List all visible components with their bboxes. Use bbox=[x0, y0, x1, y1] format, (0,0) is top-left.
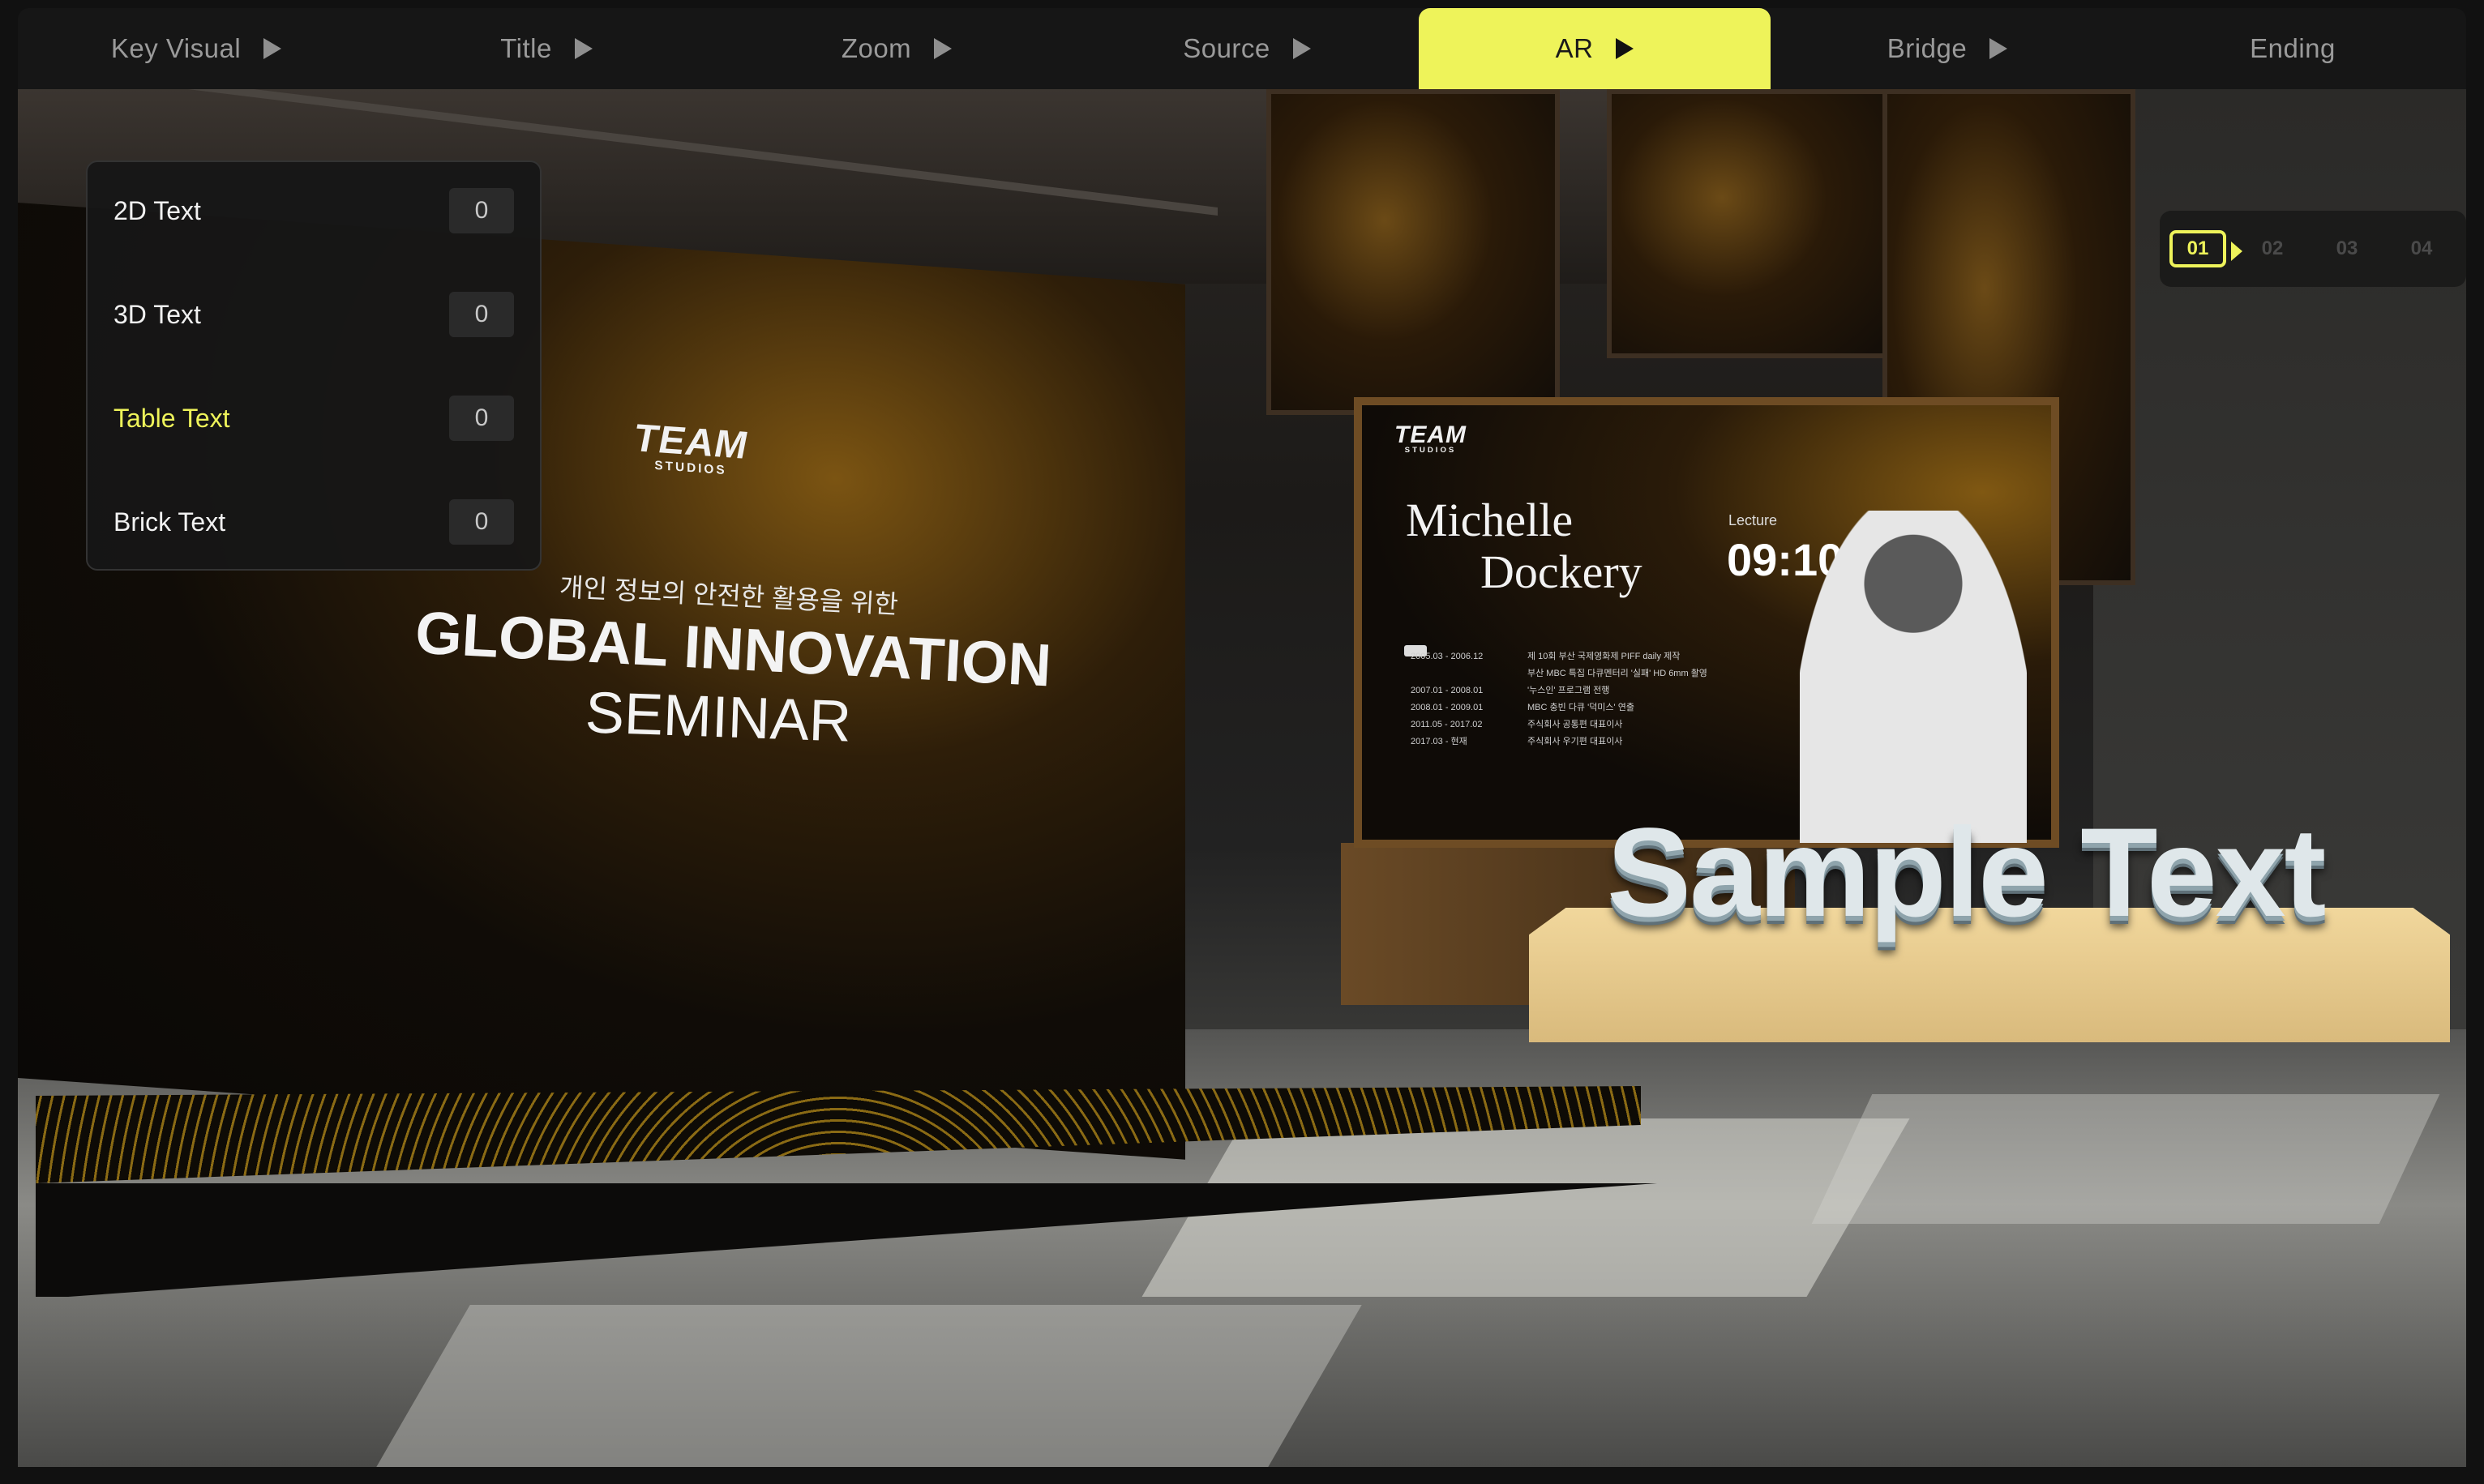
camera-selector: 01 02 03 04 bbox=[2160, 211, 2466, 287]
tab-label: Ending bbox=[2250, 33, 2336, 63]
video-camera-icon bbox=[2231, 242, 2242, 261]
play-icon bbox=[1989, 38, 2008, 59]
camera-label: 03 bbox=[2336, 237, 2358, 259]
tab-label: Bridge bbox=[1887, 33, 1968, 63]
text-count-field[interactable]: 0 bbox=[449, 188, 514, 233]
text-type-table[interactable]: Table Text 0 bbox=[113, 386, 514, 451]
timeline-row: 2008.01 - 2009.01 MBC 충빈 다큐 '덕미스' 연출 bbox=[1411, 699, 1719, 716]
timeline-date: 2008.01 - 2009.01 bbox=[1411, 703, 1484, 712]
timeline-date bbox=[1411, 665, 1508, 682]
camera-02-button[interactable]: 02 bbox=[2244, 230, 2301, 267]
tab-label: Zoom bbox=[841, 33, 912, 63]
text-count-field[interactable]: 0 bbox=[449, 499, 514, 545]
play-icon bbox=[263, 38, 282, 59]
timeline-row: 부산 MBC 특집 다큐멘터리 '실패' HD 6mm 촬영 bbox=[1411, 665, 1719, 682]
timeline-text: '누스인' 프로그램 전행 bbox=[1527, 686, 1610, 695]
floor-light bbox=[1811, 1094, 2440, 1224]
tab-ar[interactable]: AR bbox=[1419, 8, 1771, 89]
app-frame: Key Visual Title Zoom Source AR Bridge E… bbox=[0, 0, 2484, 1484]
timeline-date: 2011.05 - 2017.02 bbox=[1411, 720, 1483, 729]
text-type-3d[interactable]: 3D Text 0 bbox=[113, 282, 514, 347]
play-icon bbox=[1292, 38, 1311, 59]
timeline-date: 2017.03 - 현재 bbox=[1411, 737, 1467, 746]
camera-03-button[interactable]: 03 bbox=[2319, 230, 2375, 267]
led-stage bbox=[36, 1086, 1657, 1297]
play-icon bbox=[574, 38, 593, 59]
tab-label: Key Visual bbox=[110, 33, 242, 63]
team-logo: TEAM STUDIOS bbox=[634, 416, 747, 480]
tab-ending[interactable]: Ending bbox=[2119, 8, 2466, 89]
ar-3d-text[interactable]: Sample Text bbox=[1607, 801, 2326, 946]
camera-label: 04 bbox=[2410, 237, 2433, 259]
text-type-2d[interactable]: 2D Text 0 bbox=[113, 178, 514, 243]
hanging-panel bbox=[1607, 89, 1892, 358]
tab-source[interactable]: Source bbox=[1069, 8, 1425, 89]
camera-label: 02 bbox=[2261, 237, 2284, 259]
logo-subtext: STUDIOS bbox=[1404, 446, 1457, 455]
timeline-row: 2017.03 - 현재 주식회사 우기편 대표이사 bbox=[1411, 733, 1719, 751]
stage-edge bbox=[36, 1183, 1657, 1297]
speaker-last-name: Dockery bbox=[1480, 545, 1642, 598]
logo-text: TEAM bbox=[1394, 421, 1467, 448]
timeline-row: 2011.05 - 2017.02 주식회사 공통편 대표이사 bbox=[1411, 716, 1719, 733]
timeline-text: 주식회사 공통편 대표이사 bbox=[1527, 720, 1623, 729]
speaker-portrait bbox=[1800, 511, 2027, 843]
text-type-label: 3D Text bbox=[113, 299, 201, 329]
speaker-screen: TEAM STUDIOS Michelle Dockery Lecture 09… bbox=[1354, 397, 2059, 848]
text-type-brick[interactable]: Brick Text 0 bbox=[113, 490, 514, 554]
tab-zoom[interactable]: Zoom bbox=[718, 8, 1075, 89]
text-type-label: Table Text bbox=[113, 403, 230, 433]
text-type-panel: 2D Text 0 3D Text 0 Table Text 0 Brick T… bbox=[86, 160, 542, 571]
team-logo: TEAM STUDIOS bbox=[1394, 421, 1467, 455]
scene-nav: Key Visual Title Zoom Source AR Bridge E… bbox=[18, 8, 2466, 89]
timeline-text: 제 10회 부산 국제영화제 PIFF daily 제작 bbox=[1527, 652, 1681, 661]
tab-label: Title bbox=[500, 33, 552, 63]
timeline-text: 부산 MBC 특집 다큐멘터리 '실패' HD 6mm 촬영 bbox=[1527, 669, 1707, 678]
floor-light bbox=[376, 1305, 1362, 1467]
tab-bridge[interactable]: Bridge bbox=[1769, 8, 2126, 89]
play-icon bbox=[934, 38, 953, 59]
lecture-label: Lecture bbox=[1728, 512, 1778, 528]
stage-surface bbox=[36, 1086, 1641, 1183]
text-count-field[interactable]: 0 bbox=[449, 396, 514, 441]
seminar-title-line2: SEMINAR bbox=[584, 680, 853, 755]
timeline-text: MBC 충빈 다큐 '덕미스' 연출 bbox=[1527, 703, 1634, 712]
timeline-row: 2005.03 - 2006.12 제 10회 부산 국제영화제 PIFF dai… bbox=[1411, 648, 1719, 665]
timeline-text: 주식회사 우기편 대표이사 bbox=[1527, 737, 1623, 746]
camera-01-button[interactable]: 01 bbox=[2169, 230, 2242, 267]
camera-label: 01 bbox=[2186, 237, 2209, 259]
timeline-row: 2007.01 - 2008.01 '누스인' 프로그램 전행 bbox=[1411, 682, 1719, 699]
timeline-date: 2007.01 - 2008.01 bbox=[1411, 686, 1484, 695]
camera-04-button[interactable]: 04 bbox=[2393, 230, 2450, 267]
tab-label: AR bbox=[1555, 33, 1594, 63]
hanging-panel bbox=[1266, 89, 1560, 415]
tab-key-visual[interactable]: Key Visual bbox=[18, 8, 375, 89]
text-type-label: 2D Text bbox=[113, 195, 201, 225]
play-icon bbox=[1616, 38, 1634, 59]
speaker-first-name: Michelle bbox=[1406, 494, 1574, 546]
timeline-date: 2005.03 - 2006.12 bbox=[1411, 652, 1484, 661]
speaker-timeline: 2005.03 - 2006.12 제 10회 부산 국제영화제 PIFF dai… bbox=[1411, 648, 1719, 751]
tab-label: Source bbox=[1183, 33, 1270, 63]
logo-text: TEAM bbox=[634, 417, 747, 468]
text-type-label: Brick Text bbox=[113, 507, 226, 537]
tab-title[interactable]: Title bbox=[368, 8, 725, 89]
text-count-field[interactable]: 0 bbox=[449, 292, 514, 337]
